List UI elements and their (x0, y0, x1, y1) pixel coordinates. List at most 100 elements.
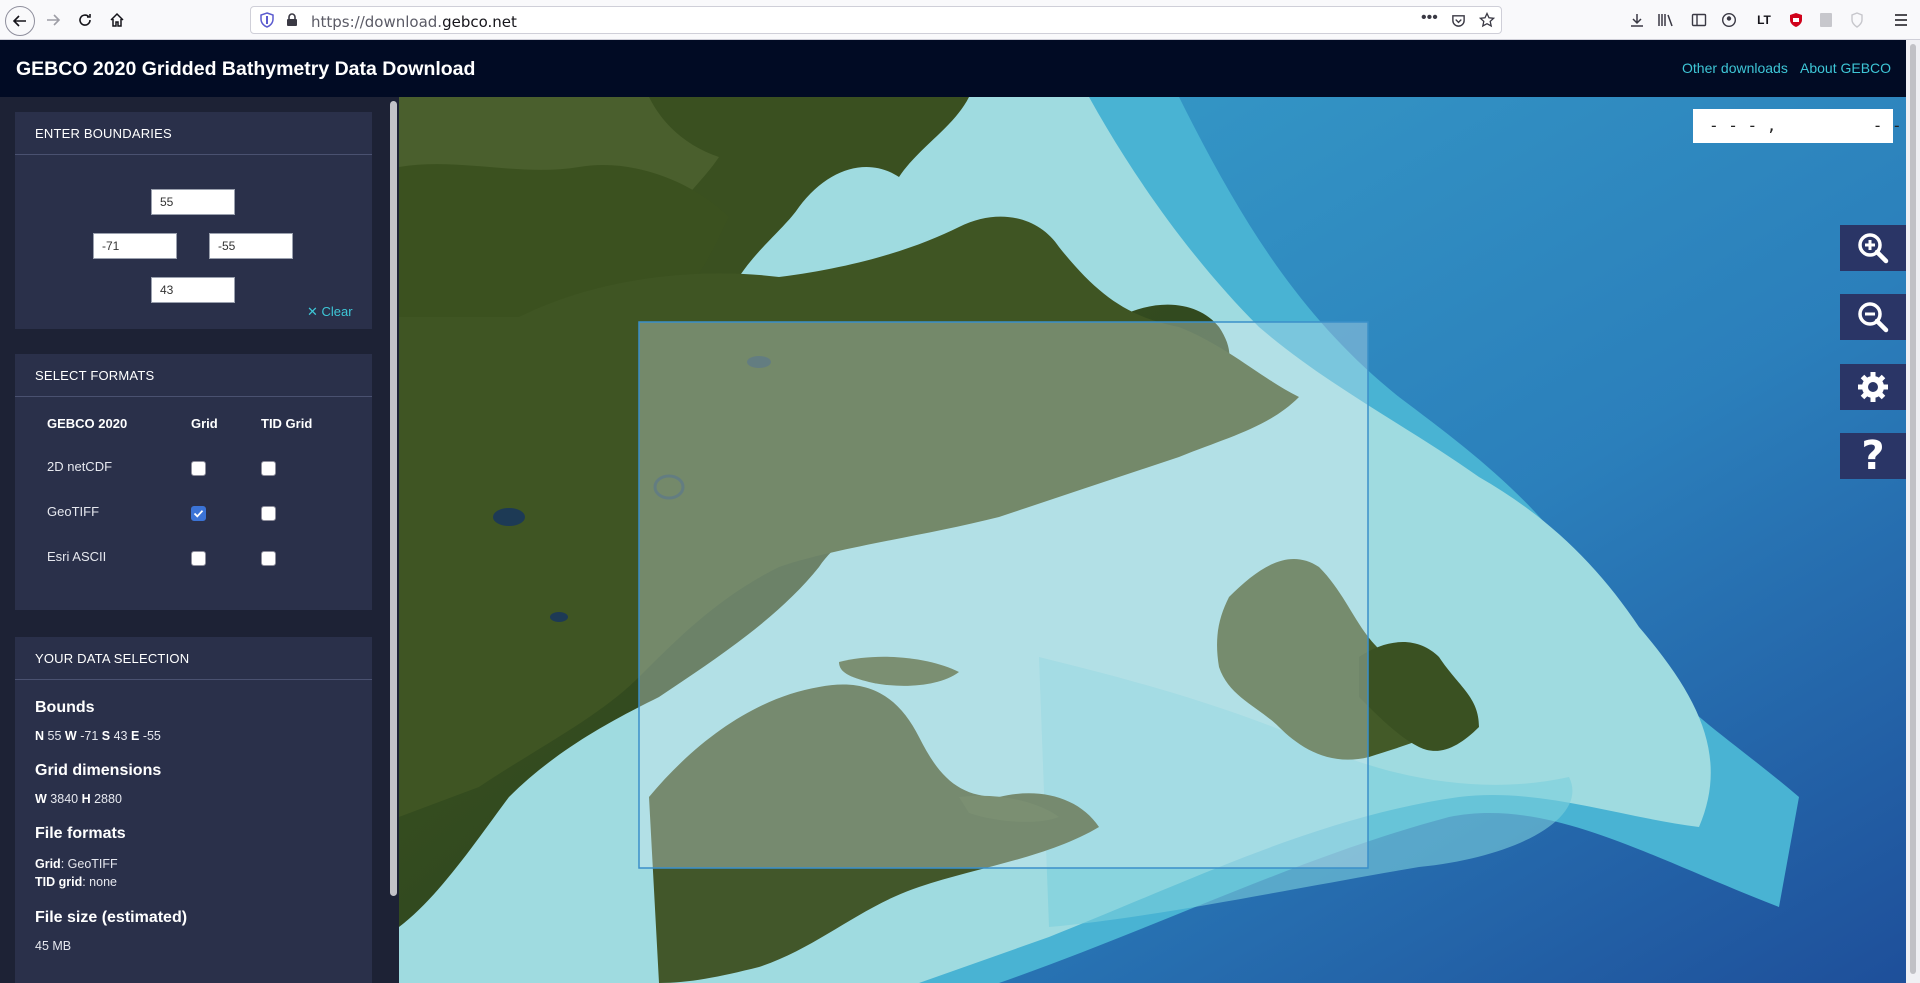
home-button[interactable] (103, 6, 131, 34)
sidebar-scrollbar[interactable] (389, 97, 399, 983)
zoom-out-button[interactable] (1840, 294, 1906, 340)
zoom-in-button[interactable] (1840, 225, 1906, 271)
shield-outline-icon[interactable] (1845, 8, 1869, 32)
south-input[interactable] (151, 277, 235, 303)
file-formats-heading: File formats (35, 825, 126, 842)
app-header: GEBCO 2020 Gridded Bathymetry Data Downl… (0, 40, 1906, 97)
grid-w-label: W (35, 792, 47, 806)
tid-format-value: TID grid: none (35, 875, 117, 889)
zoom-in-icon (1858, 233, 1889, 264)
page-scrollbar-thumb[interactable] (1910, 44, 1916, 974)
bookmark-star-icon[interactable] (1479, 12, 1495, 28)
file-size-value: 45 MB (35, 939, 72, 953)
grid-format-label: Grid (35, 857, 61, 871)
clear-x-icon: ✕ (307, 304, 318, 319)
reload-button[interactable] (71, 6, 99, 34)
url-domain: gebco.net (442, 13, 517, 31)
clear-label: Clear (321, 304, 353, 319)
sidebar: ENTER BOUNDARIES ✕ Clear SELECT FORMATS … (0, 97, 387, 983)
bounds-n-label: N (35, 729, 45, 743)
coordinate-readout-text: - - - , - - - (1709, 116, 1906, 135)
url-prefix: https://download. (311, 13, 443, 31)
map-view[interactable]: - - - , - - - ? (399, 97, 1906, 983)
url-text[interactable]: https://download.gebco.net (311, 13, 517, 31)
download-icon[interactable] (1625, 8, 1649, 32)
menu-icon[interactable] (1889, 8, 1913, 32)
library-icon[interactable] (1654, 8, 1678, 32)
bounds-s: 43 (113, 729, 128, 743)
bounds-e: -55 (142, 729, 161, 743)
sidebar-scrollbar-thumb[interactable] (390, 101, 397, 896)
home-icon (110, 12, 124, 27)
pocket-icon[interactable] (1451, 13, 1466, 28)
question-icon: ? (1861, 433, 1885, 479)
grid-dimensions-values: W 3840 H 2880 (35, 792, 122, 806)
file-size-heading: File size (estimated) (35, 909, 188, 926)
bounds-w-label: W (64, 729, 77, 743)
divider (15, 679, 372, 680)
grid-format-value: Grid: GeoTIFF (35, 857, 118, 871)
formats-panel: SELECT FORMATS GEBCO 2020 Grid TID Grid … (15, 354, 372, 610)
clear-button[interactable]: ✕ Clear (307, 304, 353, 320)
format-row-netcdf-label: 2D netCDF (47, 459, 113, 474)
grid-w: 3840 (50, 792, 79, 806)
geotiff-tid-checkbox[interactable] (261, 506, 276, 521)
formats-header-tid: TID Grid (261, 416, 313, 431)
forward-arrow-icon (47, 14, 61, 26)
account-icon[interactable] (1717, 8, 1741, 32)
netcdf-tid-checkbox[interactable] (261, 461, 276, 476)
boundaries-panel: ENTER BOUNDARIES ✕ Clear (15, 112, 372, 329)
format-row-geotiff-label: GeoTIFF (47, 504, 100, 519)
shield-icon (260, 12, 274, 28)
tid-format-label: TID grid (35, 875, 83, 889)
help-button[interactable]: ? (1840, 433, 1906, 479)
bounds-heading: Bounds (35, 699, 95, 716)
back-arrow-icon (12, 15, 26, 27)
north-input[interactable] (151, 189, 235, 215)
more-icon[interactable]: ••• (1421, 9, 1438, 27)
back-button[interactable] (5, 6, 35, 36)
page-title: GEBCO 2020 Gridded Bathymetry Data Downl… (16, 58, 476, 80)
settings-button[interactable] (1840, 364, 1906, 410)
boundaries-title: ENTER BOUNDARIES (35, 126, 172, 141)
about-gebco-link[interactable]: About GEBCO (1800, 60, 1891, 76)
map-image[interactable] (399, 97, 1906, 983)
browser-toolbar: https://download.gebco.net ••• LT (0, 0, 1920, 40)
forward-button[interactable] (39, 6, 67, 34)
reload-icon (79, 14, 91, 26)
selection-panel: YOUR DATA SELECTION Bounds N 55 W -71 S … (15, 637, 372, 983)
formats-title: SELECT FORMATS (35, 368, 155, 383)
page-scrollbar[interactable] (1906, 40, 1920, 983)
east-input[interactable] (209, 233, 293, 259)
west-input[interactable] (93, 233, 177, 259)
esri-grid-checkbox[interactable] (191, 551, 206, 566)
url-bar[interactable]: https://download.gebco.net ••• (250, 6, 1502, 34)
reader-icon[interactable] (1814, 8, 1838, 32)
esri-tid-checkbox[interactable] (261, 551, 276, 566)
bounds-e-label: E (130, 729, 140, 743)
coordinate-readout: - - - , - - - (1693, 109, 1902, 143)
grid-h: 2880 (94, 792, 122, 806)
ublock-icon[interactable] (1784, 8, 1808, 32)
netcdf-grid-checkbox[interactable] (191, 461, 206, 476)
geotiff-grid-checkbox[interactable] (191, 506, 206, 521)
format-row-esri-label: Esri ASCII (47, 549, 107, 564)
checkmark-icon (193, 510, 204, 518)
lock-icon (287, 13, 297, 26)
extension-icon[interactable]: LT (1752, 8, 1776, 32)
sidebar-icon[interactable] (1687, 8, 1711, 32)
tid-format: : none (82, 875, 117, 889)
divider (15, 154, 372, 155)
gear-icon (1858, 372, 1888, 402)
bounds-n: 55 (47, 729, 62, 743)
bounds-s-label: S (101, 729, 111, 743)
other-downloads-link[interactable]: Other downloads (1682, 60, 1788, 76)
formats-header-grid: Grid (191, 416, 218, 431)
zoom-out-icon (1858, 302, 1889, 333)
grid-h-label: H (81, 792, 91, 806)
grid-format: : GeoTIFF (60, 857, 118, 871)
grid-dimensions-heading: Grid dimensions (35, 762, 162, 779)
divider (15, 396, 372, 397)
selection-title: YOUR DATA SELECTION (35, 651, 190, 666)
selection-rectangle[interactable] (638, 321, 1369, 869)
